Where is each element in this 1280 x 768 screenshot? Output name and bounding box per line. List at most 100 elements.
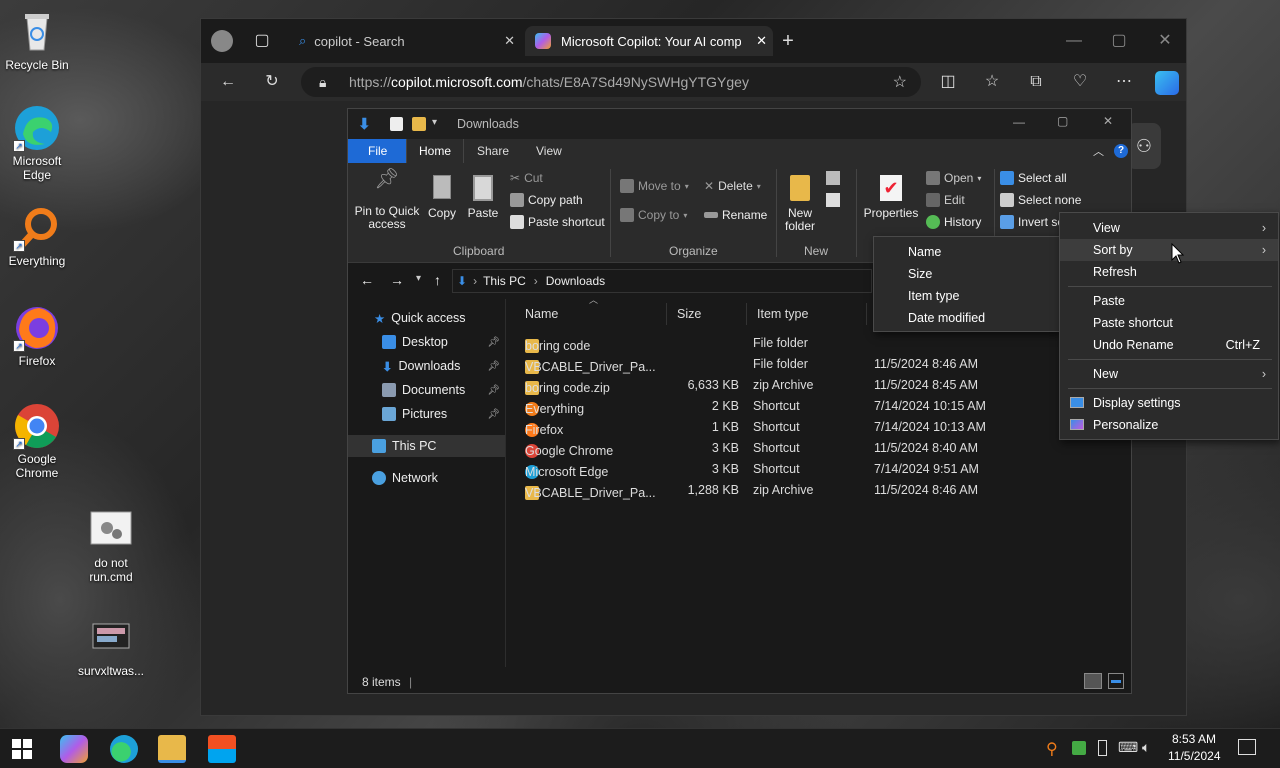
- copilot-sidebar-icon[interactable]: [1155, 71, 1179, 95]
- clock-time[interactable]: 8:53 AM: [1172, 732, 1216, 746]
- delete-button[interactable]: ✕ Delete ▾: [704, 179, 761, 193]
- paste-shortcut-button[interactable]: Paste shortcut: [510, 215, 605, 229]
- tab-view[interactable]: View: [524, 139, 574, 163]
- menu-item-paste-shortcut[interactable]: Paste shortcut: [1060, 312, 1278, 334]
- minimize-icon[interactable]: —: [1013, 115, 1025, 129]
- tab-copilot-search[interactable]: ⌕ copilot - Search ✕: [289, 26, 521, 56]
- column-header-size[interactable]: Size: [667, 303, 747, 325]
- folder-quick-icon[interactable]: [412, 117, 426, 131]
- breadcrumb[interactable]: ⬇ › This PC › Downloads: [452, 269, 872, 293]
- edge-taskbar-icon[interactable]: [110, 735, 138, 763]
- start-button[interactable]: [12, 739, 32, 759]
- select-none-button[interactable]: Select none: [1000, 193, 1081, 207]
- split-screen-icon[interactable]: ◫: [937, 71, 959, 93]
- desktop-icon-microsoft-edge[interactable]: ↗ Microsoft Edge: [0, 104, 74, 182]
- menu-item-personalize[interactable]: Personalize: [1060, 414, 1278, 436]
- sort-by-size[interactable]: Size: [874, 263, 1059, 285]
- battery-icon[interactable]: [1098, 740, 1107, 756]
- clock-date[interactable]: 11/5/2024: [1168, 749, 1221, 763]
- close-icon[interactable]: ✕: [504, 33, 515, 49]
- tab-share[interactable]: Share: [465, 139, 521, 163]
- cut-button[interactable]: ✂ Cut: [510, 171, 543, 185]
- menu-item-new[interactable]: New ›: [1060, 363, 1278, 385]
- minimize-icon[interactable]: —: [1063, 30, 1085, 52]
- browser-essentials-icon[interactable]: ♡: [1069, 71, 1091, 93]
- desktop-icon-firefox[interactable]: ↗ Firefox: [0, 304, 74, 368]
- favorites-icon[interactable]: ☆: [981, 71, 1003, 93]
- sort-by-item-type[interactable]: Item type: [874, 285, 1059, 307]
- maximize-icon[interactable]: ▢: [1108, 30, 1130, 52]
- sidebar-item-network[interactable]: Network: [372, 467, 438, 489]
- sidebar-item-pictures[interactable]: Pictures 📌︎: [382, 403, 506, 425]
- breadcrumb-downloads[interactable]: Downloads: [546, 274, 605, 288]
- profile-button[interactable]: ⚇: [1127, 123, 1161, 169]
- large-icons-view-icon[interactable]: ▬: [1108, 673, 1124, 689]
- collections-icon[interactable]: ⧉: [1025, 71, 1047, 93]
- table-row[interactable]: Everything 2 KB Shortcut 7/14/2024 10:15 AM: [507, 396, 1131, 417]
- back-icon[interactable]: ←: [217, 71, 239, 93]
- history-button[interactable]: History: [926, 215, 981, 229]
- more-icon[interactable]: ⋯: [1113, 71, 1135, 93]
- network-tray-icon[interactable]: ⌨: [1118, 739, 1138, 756]
- desktop-icon-do-not-run[interactable]: do not run.cmd: [74, 506, 148, 584]
- move-to-button[interactable]: Move to ▾: [620, 179, 689, 193]
- edit-button[interactable]: Edit: [926, 193, 965, 207]
- select-all-button[interactable]: Select all: [1000, 171, 1067, 185]
- collapse-ribbon-icon[interactable]: ︿: [1093, 143, 1104, 159]
- paste-button[interactable]: Paste: [466, 173, 500, 220]
- details-view-icon[interactable]: [1084, 673, 1102, 689]
- menu-item-display-settings[interactable]: Display settings: [1060, 392, 1278, 414]
- close-window-icon[interactable]: ✕: [1154, 30, 1176, 52]
- sidebar-item-desktop[interactable]: Desktop 📌︎: [382, 331, 506, 353]
- file-explorer-taskbar-icon[interactable]: [158, 735, 186, 763]
- refresh-icon[interactable]: ↻: [261, 71, 283, 93]
- table-row[interactable]: Microsoft Edge 3 KB Shortcut 7/14/2024 9:51…: [507, 459, 1131, 480]
- tab-actions-icon[interactable]: ▢: [251, 30, 273, 52]
- easy-access-icon[interactable]: [826, 193, 840, 207]
- table-row[interactable]: VBCABLE_Driver_Pa... 1,288 KB zip Archive 1…: [507, 480, 1131, 501]
- help-icon[interactable]: ?: [1114, 144, 1128, 158]
- back-icon[interactable]: ←: [360, 272, 374, 288]
- desktop-icon-recycle-bin[interactable]: Recycle Bin: [0, 8, 74, 72]
- tab-file[interactable]: File: [348, 139, 408, 163]
- store-taskbar-icon[interactable]: [208, 735, 236, 763]
- security-tray-icon[interactable]: [1072, 741, 1086, 755]
- properties-quick-icon[interactable]: [390, 117, 403, 131]
- new-tab-icon[interactable]: +: [777, 30, 799, 52]
- quick-access-dropdown-icon[interactable]: ▾: [432, 117, 437, 128]
- table-row[interactable]: boring code.zip 6,633 KB zip Archive 11/5/2…: [507, 375, 1131, 396]
- url-field[interactable]: 🔒︎ https://copilot.microsoft.com/chats/E…: [301, 67, 921, 97]
- recent-locations-icon[interactable]: ▾: [416, 273, 421, 284]
- copilot-taskbar-icon[interactable]: [60, 735, 88, 763]
- table-row[interactable]: boring code File folder: [507, 333, 1131, 354]
- sort-by-name[interactable]: Name: [874, 241, 1059, 263]
- menu-item-view[interactable]: View ›: [1060, 217, 1278, 239]
- menu-item-sort-by[interactable]: Sort by ›: [1060, 239, 1278, 261]
- copy-to-button[interactable]: Copy to ▾: [620, 208, 687, 222]
- column-header-name[interactable]: Name: [515, 303, 667, 325]
- up-icon[interactable]: ↑: [434, 272, 441, 288]
- table-row[interactable]: Firefox 1 KB Shortcut 7/14/2024 10:13 AM: [507, 417, 1131, 438]
- menu-item-refresh[interactable]: Refresh: [1060, 261, 1278, 283]
- sidebar-item-documents[interactable]: Documents 📌︎: [382, 379, 506, 401]
- open-button[interactable]: Open ▾: [926, 171, 981, 185]
- menu-item-paste[interactable]: Paste: [1060, 290, 1278, 312]
- tab-copilot-chat[interactable]: Microsoft Copilot: Your AI compa ✕: [525, 26, 773, 56]
- column-header-item-type[interactable]: Item type: [747, 303, 867, 325]
- profile-icon[interactable]: [211, 30, 233, 52]
- sidebar-item-downloads[interactable]: ⬇ Downloads 📌︎: [382, 355, 506, 377]
- close-icon[interactable]: ✕: [1103, 114, 1113, 128]
- close-icon[interactable]: ✕: [756, 33, 767, 49]
- new-item-icon[interactable]: [826, 171, 840, 185]
- copy-path-button[interactable]: Copy path: [510, 193, 583, 207]
- properties-button[interactable]: ✔ Properties: [862, 173, 920, 220]
- desktop-icon-everything[interactable]: ↗ Everything: [0, 204, 74, 268]
- sort-by-date-modified[interactable]: Date modified: [874, 307, 1059, 329]
- breadcrumb-this-pc[interactable]: This PC: [483, 274, 526, 288]
- desktop-icon-google-chrome[interactable]: ↗ Google Chrome: [0, 402, 74, 480]
- menu-item-undo-rename[interactable]: Undo Rename Ctrl+Z: [1060, 334, 1278, 356]
- tab-home[interactable]: Home: [406, 139, 465, 163]
- everything-tray-icon[interactable]: ⚲: [1046, 739, 1058, 759]
- invert-selection-button[interactable]: Invert se: [1000, 215, 1064, 229]
- desktop-icon-survxltwas[interactable]: survxltwas...: [74, 614, 148, 678]
